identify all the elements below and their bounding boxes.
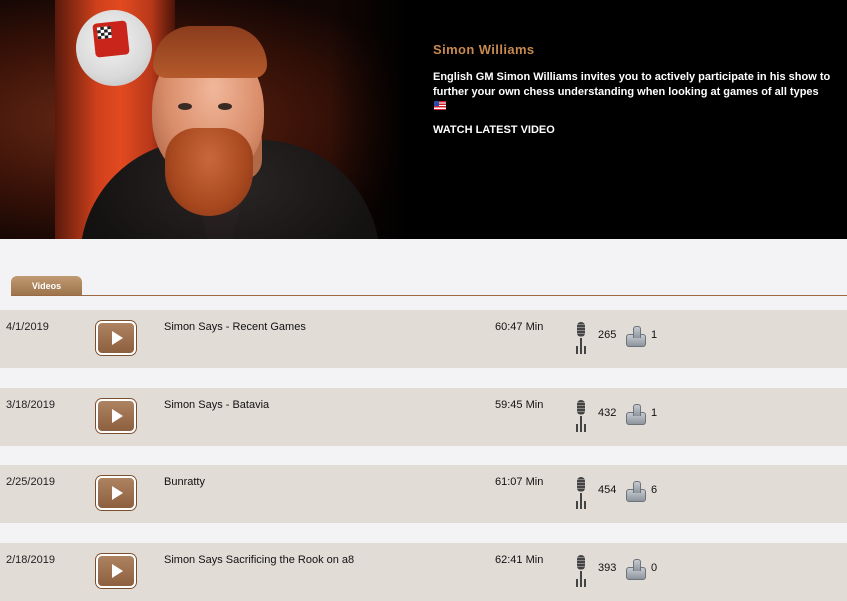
video-date: 2/25/2019 xyxy=(6,476,55,488)
like-count: 1 xyxy=(651,329,658,341)
video-date: 3/18/2019 xyxy=(6,399,55,411)
video-date: 2/18/2019 xyxy=(6,554,55,566)
play-icon xyxy=(112,331,123,345)
play-button[interactable] xyxy=(96,399,136,433)
video-duration: 59:45 Min xyxy=(495,399,544,411)
video-duration: 61:07 Min xyxy=(495,476,544,488)
thumbs-up-icon[interactable] xyxy=(624,479,646,502)
video-row: 3/18/2019 Simon Says - Batavia 59:45 Min… xyxy=(0,388,847,446)
play-icon xyxy=(112,409,123,423)
us-flag-icon xyxy=(434,101,446,110)
microphone-icon xyxy=(574,477,588,505)
host-name: Simon Williams xyxy=(433,42,535,57)
tab-videos[interactable]: Videos xyxy=(11,276,82,296)
video-duration: 62:41 Min xyxy=(495,554,544,566)
play-count: 393 xyxy=(598,562,617,574)
video-date: 4/1/2019 xyxy=(6,321,49,333)
microphone-icon xyxy=(574,555,588,583)
play-count: 265 xyxy=(598,329,617,341)
microphone-icon xyxy=(574,322,588,350)
thumbs-up-icon[interactable] xyxy=(624,557,646,580)
play-count: 454 xyxy=(598,484,617,496)
like-count: 6 xyxy=(651,484,658,496)
microphone-icon xyxy=(574,400,588,428)
video-title[interactable]: Bunratty xyxy=(164,476,205,488)
like-count: 0 xyxy=(651,562,658,574)
thumbs-up-icon[interactable] xyxy=(624,402,646,425)
play-icon xyxy=(112,486,123,500)
tab-divider xyxy=(11,295,847,296)
video-title[interactable]: Simon Says - Batavia xyxy=(164,399,269,411)
chessbase-logo xyxy=(76,10,152,86)
thumbs-up-icon[interactable] xyxy=(624,324,646,347)
host-photo xyxy=(0,0,417,239)
like-count: 1 xyxy=(651,407,658,419)
video-duration: 60:47 Min xyxy=(495,321,544,333)
play-button[interactable] xyxy=(96,321,136,355)
play-button[interactable] xyxy=(96,554,136,588)
play-button[interactable] xyxy=(96,476,136,510)
show-description: English GM Simon Williams invites you to… xyxy=(433,71,831,98)
video-row: 2/18/2019 Simon Says Sacrificing the Roo… xyxy=(0,543,847,601)
video-title[interactable]: Simon Says Sacrificing the Rook on a8 xyxy=(164,554,354,566)
video-row: 2/25/2019 Bunratty 61:07 Min 454 6 xyxy=(0,465,847,523)
play-icon xyxy=(112,564,123,578)
video-title[interactable]: Simon Says - Recent Games xyxy=(164,321,306,333)
play-count: 432 xyxy=(598,407,617,419)
watch-latest-video-link[interactable]: WATCH LATEST VIDEO xyxy=(433,124,555,136)
hero-banner: Simon Williams English GM Simon Williams… xyxy=(0,0,847,239)
video-row: 4/1/2019 Simon Says - Recent Games 60:47… xyxy=(0,310,847,368)
